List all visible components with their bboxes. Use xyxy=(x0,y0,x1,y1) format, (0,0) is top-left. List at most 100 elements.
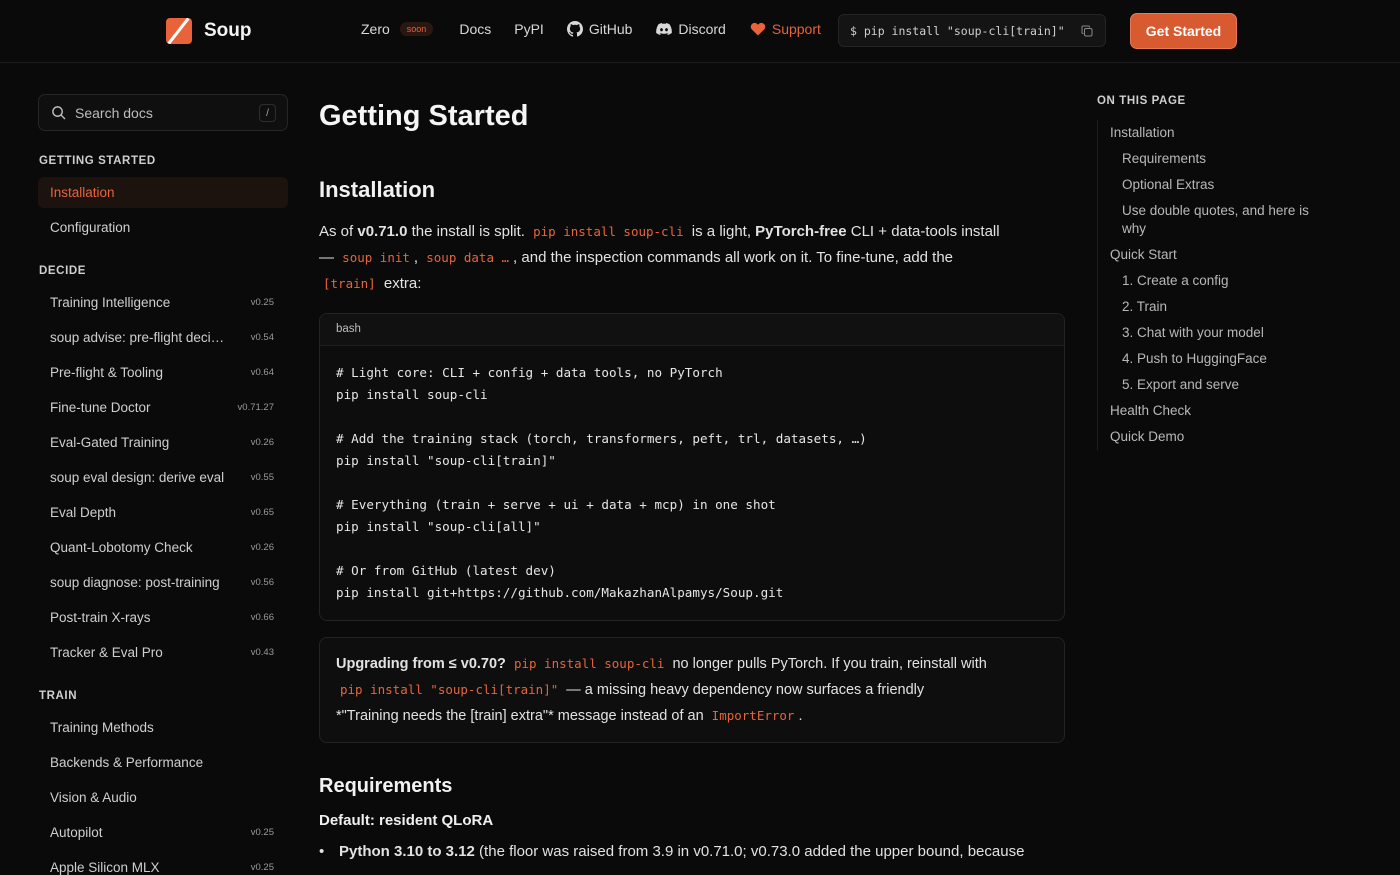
toc-item-quick-demo[interactable]: Quick Demo xyxy=(1098,424,1327,450)
code-line: # Or from GitHub (latest dev) xyxy=(336,563,556,578)
toc-item-requirements[interactable]: Requirements xyxy=(1098,146,1327,172)
brand-name: Soup xyxy=(204,20,252,41)
version-badge: v0.71.27 xyxy=(237,402,274,413)
sidebar-item-label: Backends & Performance xyxy=(50,755,204,770)
sidebar-item-label: Training Methods xyxy=(50,720,154,735)
text: the install is split. xyxy=(407,223,530,240)
sidebar-section-title: TRAIN xyxy=(39,690,78,702)
code-line: # Everything (train + serve + ui + data … xyxy=(336,497,776,512)
sidebar-item-installation[interactable]: Installation xyxy=(38,177,288,208)
toc-item-push-huggingface[interactable]: 4. Push to HuggingFace xyxy=(1098,346,1327,372)
toc-item-installation[interactable]: Installation xyxy=(1098,120,1327,146)
sidebar-item-eval-depth[interactable]: Eval Depth v0.65 xyxy=(38,497,288,528)
inline-code: pip install soup-cli xyxy=(513,656,665,671)
toc-item-health-check[interactable]: Health Check xyxy=(1098,398,1327,424)
sidebar-section-title: DECIDE xyxy=(39,265,87,277)
toc-item-optional-extras[interactable]: Optional Extras xyxy=(1098,172,1327,198)
nav-discord-link[interactable]: Discord xyxy=(656,21,726,37)
docs-sidebar: Search docs / GETTING STARTED Installati… xyxy=(38,94,288,875)
inline-code: ImportError xyxy=(711,708,795,723)
nav-discord-label: Discord xyxy=(678,21,726,37)
sidebar-item-label: soup eval design: derive eval xyxy=(50,470,225,485)
heart-icon xyxy=(750,22,766,36)
text: extra: xyxy=(379,275,422,292)
main-nav: Zero soon Docs PyPI GitHub Discord Suppo… xyxy=(361,21,821,37)
sidebar-item-finetune-doctor[interactable]: Fine-tune Doctor v0.71.27 xyxy=(38,392,288,423)
installation-paragraph: As of v0.71.0 the install is split. pip … xyxy=(319,219,1065,297)
sidebar-item-label: Apple Silicon MLX xyxy=(50,860,160,875)
sidebar-item-label: Training Intelligence xyxy=(50,295,171,310)
toc-item-chat[interactable]: 3. Chat with your model xyxy=(1098,320,1327,346)
version-badge: v0.56 xyxy=(250,577,274,588)
sidebar-item-soup-diagnose[interactable]: soup diagnose: post-training v0.56 xyxy=(38,567,288,598)
text: , xyxy=(413,249,423,266)
toc-item-double-quotes[interactable]: Use double quotes, and here is why xyxy=(1098,198,1327,242)
copy-icon[interactable] xyxy=(1081,25,1093,37)
inline-code: soup data … xyxy=(426,250,510,265)
version-badge: v0.65 xyxy=(250,507,274,518)
main-content: Getting Started Installation As of v0.71… xyxy=(319,100,1065,860)
sidebar-item-tracker-eval-pro[interactable]: Tracker & Eval Pro v0.43 xyxy=(38,637,288,668)
sidebar-item-post-train-xrays[interactable]: Post-train X-rays v0.66 xyxy=(38,602,288,633)
github-icon xyxy=(566,21,583,37)
sidebar-item-training-intelligence[interactable]: Training Intelligence v0.25 xyxy=(38,287,288,318)
toc-list: Installation Requirements Optional Extra… xyxy=(1097,120,1327,450)
text: . xyxy=(798,708,803,724)
version-badge: v0.26 xyxy=(250,542,274,553)
version-badge: v0.26 xyxy=(250,437,274,448)
upgrade-callout: Upgrading from ≤ v0.70? pip install soup… xyxy=(319,637,1065,743)
brand[interactable]: Soup xyxy=(166,18,252,44)
sidebar-item-backends-performance[interactable]: Backends & Performance xyxy=(38,747,288,778)
sidebar-item-soup-eval-design[interactable]: soup eval design: derive eval v0.55 xyxy=(38,462,288,493)
search-icon xyxy=(52,106,66,120)
toc-item-train[interactable]: 2. Train xyxy=(1098,294,1327,320)
version-badge: v0.54 xyxy=(250,332,274,343)
text: no longer pulls PyTorch. If you train, r… xyxy=(668,656,987,672)
code-line: # Add the training stack (torch, transfo… xyxy=(336,431,867,446)
nav-docs-link[interactable]: Docs xyxy=(459,21,491,37)
nav-github-label: GitHub xyxy=(588,21,633,37)
page-title: Getting Started xyxy=(319,100,529,132)
inline-code: pip install soup-cli xyxy=(533,224,684,239)
sidebar-item-autopilot[interactable]: Autopilot v0.25 xyxy=(38,817,288,848)
get-started-button[interactable]: Get Started xyxy=(1130,13,1237,49)
version-badge: v0.25 xyxy=(250,827,274,838)
sidebar-item-preflight-tooling[interactable]: Pre-flight & Tooling v0.64 xyxy=(38,357,288,388)
version-badge: v0.43 xyxy=(250,647,274,658)
toc-item-export-serve[interactable]: 5. Export and serve xyxy=(1098,372,1327,398)
version-badge: v0.25 xyxy=(250,297,274,308)
search-input[interactable]: Search docs / xyxy=(38,94,288,131)
code-line: pip install soup-cli xyxy=(336,387,488,402)
sidebar-item-soup-advise[interactable]: soup advise: pre-flight decision v0.54 xyxy=(38,322,288,353)
nav-zero-link[interactable]: Zero soon xyxy=(361,21,434,37)
sidebar-item-label: Autopilot xyxy=(50,825,103,840)
sidebar-item-quant-lobotomy-check[interactable]: Quant-Lobotomy Check v0.26 xyxy=(38,532,288,563)
sidebar-item-training-methods[interactable]: Training Methods xyxy=(38,712,288,743)
top-navbar: Soup Zero soon Docs PyPI GitHub Discord … xyxy=(0,0,1400,63)
bullet-dot: • xyxy=(319,843,325,860)
nav-pypi-link[interactable]: PyPI xyxy=(514,21,544,37)
install-command-box[interactable]: $ pip install "soup-cli[train]" xyxy=(838,14,1106,47)
sidebar-item-apple-silicon-mlx[interactable]: Apple Silicon MLX v0.25 xyxy=(38,852,288,875)
search-placeholder: Search docs xyxy=(75,104,153,121)
nav-support-label: Support xyxy=(771,21,821,37)
sidebar-item-vision-audio[interactable]: Vision & Audio xyxy=(38,782,288,813)
version-text: v0.71.0 xyxy=(357,223,408,240)
bullet-text: (the floor was raised from 3.9 in v0.71.… xyxy=(474,843,1025,860)
nav-github-link[interactable]: GitHub xyxy=(566,21,633,37)
sidebar-item-label: Post-train X-rays xyxy=(50,610,151,625)
soon-badge: soon xyxy=(399,22,434,36)
text: , and the inspection commands all work o… xyxy=(513,249,954,266)
sidebar-item-label: Pre-flight & Tooling xyxy=(50,365,164,380)
nav-support-link[interactable]: Support xyxy=(750,21,821,37)
toc-item-quick-start[interactable]: Quick Start xyxy=(1098,242,1327,268)
sidebar-item-eval-gated-training[interactable]: Eval-Gated Training v0.26 xyxy=(38,427,288,458)
toc-item-create-config[interactable]: 1. Create a config xyxy=(1098,268,1327,294)
bold-text: PyTorch-free xyxy=(755,223,847,240)
sidebar-item-configuration[interactable]: Configuration xyxy=(38,212,288,243)
code-block[interactable]: bash # Light core: CLI + config + data t… xyxy=(319,313,1065,621)
version-badge: v0.64 xyxy=(250,367,274,378)
inline-code: [train] xyxy=(323,276,376,291)
